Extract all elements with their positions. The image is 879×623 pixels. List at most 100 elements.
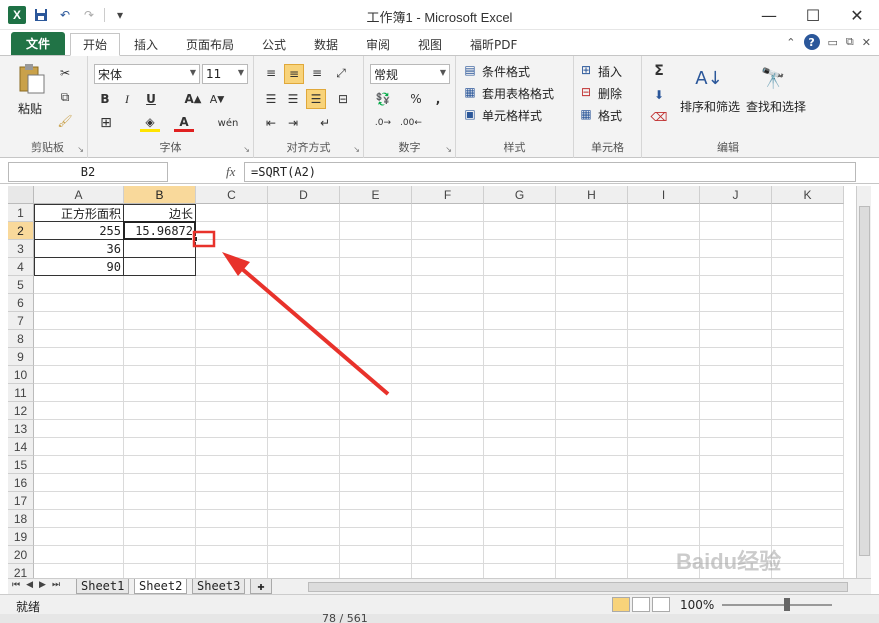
- row-header-18[interactable]: 18: [8, 510, 34, 528]
- underline-button[interactable]: U: [142, 90, 160, 108]
- select-all-corner[interactable]: [8, 186, 34, 204]
- zoom-level[interactable]: 100%: [680, 598, 714, 612]
- align-top-icon[interactable]: ≡: [262, 64, 280, 82]
- last-sheet-icon[interactable]: ⏭: [52, 580, 60, 590]
- minimize-button[interactable]: —: [747, 0, 791, 30]
- grow-font-icon[interactable]: A ▲: [184, 90, 202, 108]
- tab-view[interactable]: 视图: [406, 33, 454, 56]
- insert-sheet-icon[interactable]: ✚: [250, 579, 272, 594]
- fill-color-icon[interactable]: ◈: [140, 114, 160, 132]
- font-name-select[interactable]: 宋体 ▼: [94, 64, 200, 84]
- row-header-4[interactable]: 4: [8, 258, 34, 276]
- row-header-3[interactable]: 3: [8, 240, 34, 258]
- vertical-scrollbar[interactable]: [856, 186, 871, 578]
- row-header-7[interactable]: 7: [8, 312, 34, 330]
- format-painter-icon[interactable]: 🖌: [56, 112, 74, 130]
- decrease-decimal-icon[interactable]: .00←: [400, 114, 422, 132]
- normal-view-button[interactable]: [612, 597, 630, 612]
- row-header-8[interactable]: 8: [8, 330, 34, 348]
- cell-B2[interactable]: 15.96872: [124, 222, 196, 240]
- fill-handle[interactable]: [192, 236, 198, 242]
- row-header-14[interactable]: 14: [8, 438, 34, 456]
- column-header-J[interactable]: J: [700, 186, 772, 204]
- orientation-icon[interactable]: ⤢: [332, 64, 350, 82]
- insert-cells-button[interactable]: 插入: [598, 63, 622, 80]
- align-middle-icon[interactable]: ≡: [284, 64, 304, 84]
- row-header-9[interactable]: 9: [8, 348, 34, 366]
- increase-decimal-icon[interactable]: .0→: [372, 114, 394, 132]
- formula-input[interactable]: =SQRT(A2): [244, 162, 856, 182]
- doc-restore-icon[interactable]: ⧉: [846, 35, 854, 49]
- row-header-20[interactable]: 20: [8, 546, 34, 564]
- phonetic-guide-icon[interactable]: wén: [216, 114, 240, 132]
- row-header-5[interactable]: 5: [8, 276, 34, 294]
- row-header-6[interactable]: 6: [8, 294, 34, 312]
- percent-icon[interactable]: %: [408, 90, 424, 108]
- format-as-table-button[interactable]: 套用表格格式: [482, 85, 554, 102]
- clear-icon[interactable]: ⌫: [650, 108, 668, 126]
- paste-label[interactable]: 粘贴: [18, 100, 42, 117]
- page-break-view-button[interactable]: [652, 597, 670, 612]
- column-header-E[interactable]: E: [340, 186, 412, 204]
- fill-icon[interactable]: ⬇: [650, 86, 668, 104]
- cell-B1[interactable]: 边长: [124, 204, 196, 222]
- row-header-10[interactable]: 10: [8, 366, 34, 384]
- insert-function-icon[interactable]: fx: [226, 164, 235, 180]
- shrink-font-icon[interactable]: A ▼: [208, 90, 226, 108]
- column-header-B[interactable]: B: [124, 186, 196, 204]
- alignment-launcher-icon[interactable]: ↘: [353, 145, 360, 154]
- merge-center-icon[interactable]: ⊟: [332, 90, 354, 108]
- cell-A2[interactable]: 255: [34, 222, 124, 240]
- tab-data[interactable]: 数据: [302, 33, 350, 56]
- increase-indent-icon[interactable]: ⇥: [284, 114, 302, 132]
- horizontal-scroll-thumb[interactable]: [308, 582, 848, 592]
- format-cells-button[interactable]: 格式: [598, 107, 622, 124]
- next-sheet-icon[interactable]: ▶: [39, 580, 46, 590]
- number-format-select[interactable]: 常规 ▼: [370, 64, 450, 84]
- row-header-1[interactable]: 1: [8, 204, 34, 222]
- font-size-select[interactable]: 11 ▼: [202, 64, 248, 84]
- tab-foxit-pdf[interactable]: 福昕PDF: [458, 33, 529, 56]
- copy-icon[interactable]: ⧉: [56, 88, 74, 106]
- vertical-scroll-thumb[interactable]: [859, 206, 870, 556]
- sheet-tab-1[interactable]: Sheet1: [76, 579, 130, 594]
- align-left-icon[interactable]: ☰: [262, 90, 280, 108]
- conditional-format-button[interactable]: 条件格式: [482, 63, 530, 80]
- accounting-format-icon[interactable]: 💱: [372, 90, 394, 108]
- tab-page-layout[interactable]: 页面布局: [174, 33, 246, 56]
- maximize-button[interactable]: ☐: [791, 0, 835, 30]
- cell-styles-button[interactable]: 单元格样式: [482, 107, 542, 124]
- cut-icon[interactable]: ✂: [56, 64, 74, 82]
- close-button[interactable]: ✕: [835, 0, 879, 30]
- tab-file[interactable]: 文件: [11, 32, 65, 55]
- bold-button[interactable]: B: [96, 90, 114, 108]
- paste-icon[interactable]: [16, 62, 48, 96]
- help-icon[interactable]: ?: [803, 34, 820, 50]
- doc-minimize-icon[interactable]: ▭: [828, 36, 838, 49]
- column-header-F[interactable]: F: [412, 186, 484, 204]
- cell-A1[interactable]: 正方形面积: [34, 204, 124, 222]
- tab-review[interactable]: 审阅: [354, 33, 402, 56]
- row-header-21[interactable]: 21: [8, 564, 34, 578]
- cell-A3[interactable]: 36: [34, 240, 124, 258]
- column-header-D[interactable]: D: [268, 186, 340, 204]
- prev-sheet-icon[interactable]: ◀: [26, 580, 33, 590]
- cell-A4[interactable]: 90: [34, 258, 124, 276]
- row-header-16[interactable]: 16: [8, 474, 34, 492]
- comma-style-icon[interactable]: ,: [430, 90, 446, 108]
- tab-formulas[interactable]: 公式: [250, 33, 298, 56]
- font-launcher-icon[interactable]: ↘: [243, 145, 250, 154]
- page-layout-view-button[interactable]: [632, 597, 650, 612]
- autosum-icon[interactable]: Σ: [650, 62, 668, 80]
- borders-icon[interactable]: ⊞: [96, 114, 116, 132]
- column-header-A[interactable]: A: [34, 186, 124, 204]
- row-header-12[interactable]: 12: [8, 402, 34, 420]
- align-bottom-icon[interactable]: ≡: [308, 64, 326, 82]
- clipboard-launcher-icon[interactable]: ↘: [77, 145, 84, 154]
- row-header-2[interactable]: 2: [8, 222, 34, 240]
- column-header-H[interactable]: H: [556, 186, 628, 204]
- first-sheet-icon[interactable]: ⏮: [12, 580, 20, 590]
- tab-home[interactable]: 开始: [70, 33, 121, 56]
- align-center-icon[interactable]: ☰: [284, 90, 302, 108]
- column-header-K[interactable]: K: [772, 186, 844, 204]
